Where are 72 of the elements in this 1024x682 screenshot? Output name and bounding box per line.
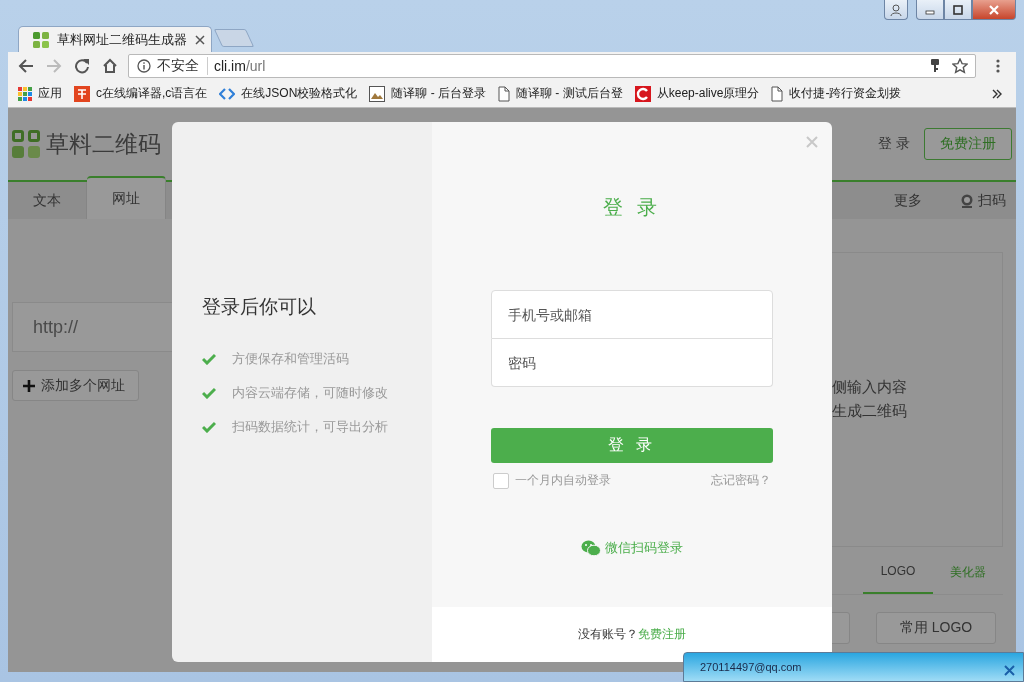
bookmark-item[interactable]: 随译聊 - 后台登录: [369, 85, 487, 102]
profile-button[interactable]: [884, 0, 908, 20]
nav-tab[interactable]: 扫码: [960, 191, 1006, 210]
signup-prompt: 没有账号？免费注册: [578, 626, 686, 643]
preview-text: 侧输入内容: [832, 377, 908, 397]
wechat-login-link[interactable]: 微信扫码登录: [581, 539, 683, 557]
forgot-password-link[interactable]: 忘记密码？: [711, 472, 771, 489]
person-icon: [890, 3, 902, 16]
menu-icon: [996, 58, 1000, 74]
code-icon: [219, 87, 236, 100]
info-icon: [137, 59, 151, 73]
logo-text: 草料二维码: [46, 129, 161, 159]
close-icon: [195, 34, 205, 45]
book-icon: [74, 85, 90, 102]
username-field[interactable]: 手机号或邮箱: [491, 290, 773, 339]
chat-bubbles-icon: [581, 540, 601, 556]
check-icon: [202, 353, 216, 365]
minimize-button[interactable]: [916, 0, 944, 20]
check-icon: [202, 387, 216, 399]
star-icon: [952, 58, 968, 74]
benefit-text: 内容云端存储，可随时修改: [232, 384, 388, 402]
bookmark-item[interactable]: 收付捷-跨行资金划拨: [771, 85, 902, 102]
logo-icon: [12, 130, 40, 158]
benefit-text: 扫码数据统计，可导出分析: [232, 418, 388, 436]
signup-link[interactable]: 免费注册: [638, 627, 686, 641]
key-icon: [930, 59, 940, 73]
maximize-icon: [953, 4, 963, 15]
address-bar[interactable]: 不安全 cli.im/url: [128, 54, 976, 78]
benefit-text: 方便保存和管理活码: [232, 350, 349, 368]
grid-icon: [33, 31, 49, 48]
bookmark-star-button[interactable]: [949, 56, 971, 76]
forward-arrow-icon: [46, 58, 62, 74]
page-icon: [771, 85, 784, 102]
preview-text: 生成二维码: [832, 401, 908, 421]
url-text: cli.im/url: [214, 58, 267, 74]
bookmark-item[interactable]: 随译聊 - 测试后台登: [498, 85, 623, 102]
close-icon: [1004, 664, 1015, 676]
bookmark-item[interactable]: 在线JSON校验格式化: [219, 85, 358, 102]
image-icon: [369, 85, 386, 102]
bookmark-item[interactable]: 从keep-alive原理分: [634, 85, 760, 102]
dialog-title: 登 录: [603, 195, 661, 220]
promo-title: 登录后你可以: [202, 295, 317, 319]
email-text: 270114497@qq.com: [700, 661, 802, 673]
c-logo-icon: [634, 85, 651, 102]
apps-grid-icon: [18, 86, 32, 101]
password-field[interactable]: 密码: [491, 339, 773, 387]
plus-icon: [23, 379, 35, 392]
close-button[interactable]: [972, 0, 1016, 20]
back-arrow-icon: [18, 58, 34, 74]
close-icon: [988, 4, 1000, 15]
nav-tab[interactable]: 网址: [87, 176, 166, 219]
login-link[interactable]: 登 录: [878, 135, 910, 153]
nav-tab[interactable]: 更多: [894, 191, 922, 210]
security-label: 不安全: [157, 57, 208, 75]
checkbox-label: 一个月内自动登录: [515, 472, 611, 489]
reload-icon: [74, 58, 90, 74]
maximize-button[interactable]: [944, 0, 972, 20]
add-urls-button[interactable]: 添加多个网址: [12, 370, 139, 401]
double-chevron-icon: [992, 88, 1002, 99]
browser-tab[interactable]: 草料网址二维码生成器: [18, 26, 212, 52]
bookmark-item[interactable]: 应用: [18, 85, 62, 102]
login-button[interactable]: 登 录: [491, 428, 773, 463]
webcam-icon: [960, 193, 974, 208]
bookmark-item[interactable]: c在线编译器,c语言在: [74, 85, 208, 102]
page-icon: [498, 85, 511, 102]
close-icon: [806, 136, 818, 148]
home-icon: [102, 58, 118, 74]
style-tab[interactable]: LOGO: [863, 550, 933, 594]
checkbox[interactable]: [493, 472, 509, 489]
logo-button[interactable]: 常用 LOGO: [876, 612, 996, 644]
close-button[interactable]: [1004, 664, 1015, 676]
check-icon: [202, 421, 216, 433]
